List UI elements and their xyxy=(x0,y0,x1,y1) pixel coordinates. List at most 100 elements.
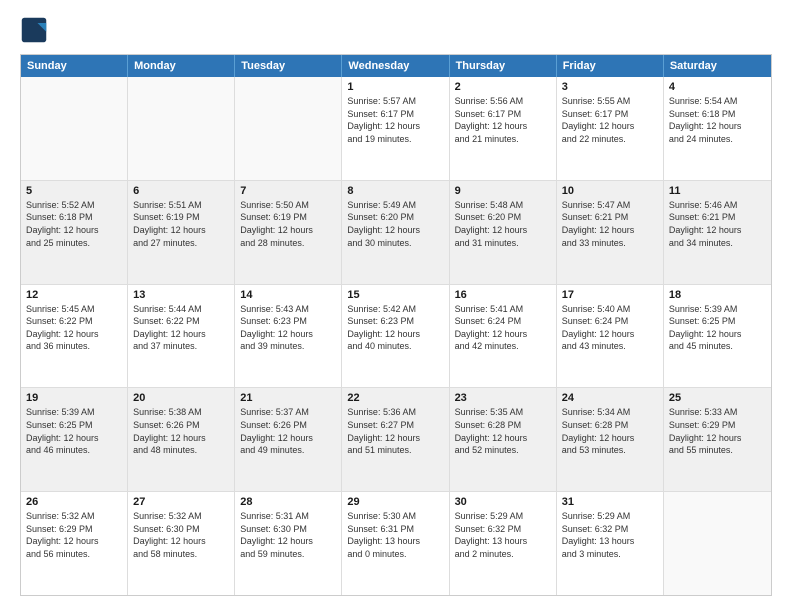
calendar-cell: 21 Sunrise: 5:37 AM Sunset: 6:26 PM Dayli… xyxy=(235,388,342,491)
cell-info: Sunrise: 5:40 AM Sunset: 6:24 PM Dayligh… xyxy=(562,303,658,353)
day-number: 28 xyxy=(240,496,336,508)
calendar-row-2: 12 Sunrise: 5:45 AM Sunset: 6:22 PM Dayli… xyxy=(21,285,771,389)
header xyxy=(20,16,772,44)
day-number: 15 xyxy=(347,289,443,301)
day-number: 29 xyxy=(347,496,443,508)
cell-info: Sunrise: 5:29 AM Sunset: 6:32 PM Dayligh… xyxy=(562,510,658,560)
cell-info: Sunrise: 5:56 AM Sunset: 6:17 PM Dayligh… xyxy=(455,95,551,145)
cell-info: Sunrise: 5:55 AM Sunset: 6:17 PM Dayligh… xyxy=(562,95,658,145)
day-number: 12 xyxy=(26,289,122,301)
day-number: 13 xyxy=(133,289,229,301)
day-number: 8 xyxy=(347,185,443,197)
day-number: 17 xyxy=(562,289,658,301)
cell-info: Sunrise: 5:32 AM Sunset: 6:29 PM Dayligh… xyxy=(26,510,122,560)
day-number: 31 xyxy=(562,496,658,508)
cell-info: Sunrise: 5:35 AM Sunset: 6:28 PM Dayligh… xyxy=(455,406,551,456)
day-number: 3 xyxy=(562,81,658,93)
cell-info: Sunrise: 5:37 AM Sunset: 6:26 PM Dayligh… xyxy=(240,406,336,456)
day-number: 14 xyxy=(240,289,336,301)
calendar-cell: 15 Sunrise: 5:42 AM Sunset: 6:23 PM Dayli… xyxy=(342,285,449,388)
header-cell-tuesday: Tuesday xyxy=(235,55,342,77)
header-cell-friday: Friday xyxy=(557,55,664,77)
header-cell-thursday: Thursday xyxy=(450,55,557,77)
cell-info: Sunrise: 5:38 AM Sunset: 6:26 PM Dayligh… xyxy=(133,406,229,456)
day-number: 25 xyxy=(669,392,766,404)
calendar-cell: 25 Sunrise: 5:33 AM Sunset: 6:29 PM Dayli… xyxy=(664,388,771,491)
cell-info: Sunrise: 5:48 AM Sunset: 6:20 PM Dayligh… xyxy=(455,199,551,249)
calendar-body: 1 Sunrise: 5:57 AM Sunset: 6:17 PM Daylig… xyxy=(21,77,771,595)
calendar-cell xyxy=(21,77,128,180)
calendar-cell: 10 Sunrise: 5:47 AM Sunset: 6:21 PM Dayli… xyxy=(557,181,664,284)
day-number: 24 xyxy=(562,392,658,404)
calendar-row-1: 5 Sunrise: 5:52 AM Sunset: 6:18 PM Daylig… xyxy=(21,181,771,285)
calendar-cell: 2 Sunrise: 5:56 AM Sunset: 6:17 PM Daylig… xyxy=(450,77,557,180)
day-number: 21 xyxy=(240,392,336,404)
day-number: 2 xyxy=(455,81,551,93)
calendar-cell: 8Sunrise: 5:49 AM Sunset: 6:20 PM Daylig… xyxy=(342,181,449,284)
calendar-cell: 13 Sunrise: 5:44 AM Sunset: 6:22 PM Dayli… xyxy=(128,285,235,388)
page: SundayMondayTuesdayWednesdayThursdayFrid… xyxy=(0,0,792,612)
calendar-cell: 12 Sunrise: 5:45 AM Sunset: 6:22 PM Dayli… xyxy=(21,285,128,388)
logo-icon xyxy=(20,16,48,44)
calendar-row-3: 19Sunrise: 5:39 AM Sunset: 6:25 PM Dayli… xyxy=(21,388,771,492)
day-number: 26 xyxy=(26,496,122,508)
calendar-cell: 7 Sunrise: 5:50 AM Sunset: 6:19 PM Daylig… xyxy=(235,181,342,284)
calendar-cell: 28 Sunrise: 5:31 AM Sunset: 6:30 PM Dayli… xyxy=(235,492,342,595)
day-number: 7 xyxy=(240,185,336,197)
cell-info: Sunrise: 5:39 AM Sunset: 6:25 PM Dayligh… xyxy=(26,406,122,456)
day-number: 23 xyxy=(455,392,551,404)
header-cell-saturday: Saturday xyxy=(664,55,771,77)
cell-info: Sunrise: 5:54 AM Sunset: 6:18 PM Dayligh… xyxy=(669,95,766,145)
cell-info: Sunrise: 5:34 AM Sunset: 6:28 PM Dayligh… xyxy=(562,406,658,456)
cell-info: Sunrise: 5:43 AM Sunset: 6:23 PM Dayligh… xyxy=(240,303,336,353)
header-cell-wednesday: Wednesday xyxy=(342,55,449,77)
day-number: 1 xyxy=(347,81,443,93)
calendar-cell: 24 Sunrise: 5:34 AM Sunset: 6:28 PM Dayli… xyxy=(557,388,664,491)
cell-info: Sunrise: 5:42 AM Sunset: 6:23 PM Dayligh… xyxy=(347,303,443,353)
calendar-cell: 22 Sunrise: 5:36 AM Sunset: 6:27 PM Dayli… xyxy=(342,388,449,491)
cell-info: Sunrise: 5:30 AM Sunset: 6:31 PM Dayligh… xyxy=(347,510,443,560)
calendar-cell xyxy=(128,77,235,180)
calendar: SundayMondayTuesdayWednesdayThursdayFrid… xyxy=(20,54,772,596)
calendar-cell: 11Sunrise: 5:46 AM Sunset: 6:21 PM Dayli… xyxy=(664,181,771,284)
calendar-cell xyxy=(235,77,342,180)
calendar-cell: 30 Sunrise: 5:29 AM Sunset: 6:32 PM Dayli… xyxy=(450,492,557,595)
calendar-cell: 26 Sunrise: 5:32 AM Sunset: 6:29 PM Dayli… xyxy=(21,492,128,595)
cell-info: Sunrise: 5:52 AM Sunset: 6:18 PM Dayligh… xyxy=(26,199,122,249)
calendar-cell: 23 Sunrise: 5:35 AM Sunset: 6:28 PM Dayli… xyxy=(450,388,557,491)
cell-info: Sunrise: 5:39 AM Sunset: 6:25 PM Dayligh… xyxy=(669,303,766,353)
cell-info: Sunrise: 5:41 AM Sunset: 6:24 PM Dayligh… xyxy=(455,303,551,353)
calendar-row-4: 26 Sunrise: 5:32 AM Sunset: 6:29 PM Dayli… xyxy=(21,492,771,595)
calendar-cell: 18Sunrise: 5:39 AM Sunset: 6:25 PM Dayli… xyxy=(664,285,771,388)
cell-info: Sunrise: 5:36 AM Sunset: 6:27 PM Dayligh… xyxy=(347,406,443,456)
cell-info: Sunrise: 5:51 AM Sunset: 6:19 PM Dayligh… xyxy=(133,199,229,249)
day-number: 11 xyxy=(669,185,766,197)
day-number: 30 xyxy=(455,496,551,508)
logo xyxy=(20,16,52,44)
calendar-cell: 16 Sunrise: 5:41 AM Sunset: 6:24 PM Dayli… xyxy=(450,285,557,388)
cell-info: Sunrise: 5:45 AM Sunset: 6:22 PM Dayligh… xyxy=(26,303,122,353)
calendar-cell: 19Sunrise: 5:39 AM Sunset: 6:25 PM Dayli… xyxy=(21,388,128,491)
day-number: 10 xyxy=(562,185,658,197)
cell-info: Sunrise: 5:44 AM Sunset: 6:22 PM Dayligh… xyxy=(133,303,229,353)
cell-info: Sunrise: 5:50 AM Sunset: 6:19 PM Dayligh… xyxy=(240,199,336,249)
cell-info: Sunrise: 5:57 AM Sunset: 6:17 PM Dayligh… xyxy=(347,95,443,145)
day-number: 4 xyxy=(669,81,766,93)
day-number: 6 xyxy=(133,185,229,197)
day-number: 22 xyxy=(347,392,443,404)
day-number: 16 xyxy=(455,289,551,301)
calendar-cell: 14 Sunrise: 5:43 AM Sunset: 6:23 PM Dayli… xyxy=(235,285,342,388)
day-number: 5 xyxy=(26,185,122,197)
day-number: 27 xyxy=(133,496,229,508)
calendar-cell: 5 Sunrise: 5:52 AM Sunset: 6:18 PM Daylig… xyxy=(21,181,128,284)
header-cell-monday: Monday xyxy=(128,55,235,77)
calendar-cell: 9Sunrise: 5:48 AM Sunset: 6:20 PM Daylig… xyxy=(450,181,557,284)
cell-info: Sunrise: 5:47 AM Sunset: 6:21 PM Dayligh… xyxy=(562,199,658,249)
calendar-cell xyxy=(664,492,771,595)
calendar-cell: 6 Sunrise: 5:51 AM Sunset: 6:19 PM Daylig… xyxy=(128,181,235,284)
cell-info: Sunrise: 5:33 AM Sunset: 6:29 PM Dayligh… xyxy=(669,406,766,456)
calendar-cell: 1 Sunrise: 5:57 AM Sunset: 6:17 PM Daylig… xyxy=(342,77,449,180)
cell-info: Sunrise: 5:29 AM Sunset: 6:32 PM Dayligh… xyxy=(455,510,551,560)
calendar-cell: 17 Sunrise: 5:40 AM Sunset: 6:24 PM Dayli… xyxy=(557,285,664,388)
cell-info: Sunrise: 5:31 AM Sunset: 6:30 PM Dayligh… xyxy=(240,510,336,560)
